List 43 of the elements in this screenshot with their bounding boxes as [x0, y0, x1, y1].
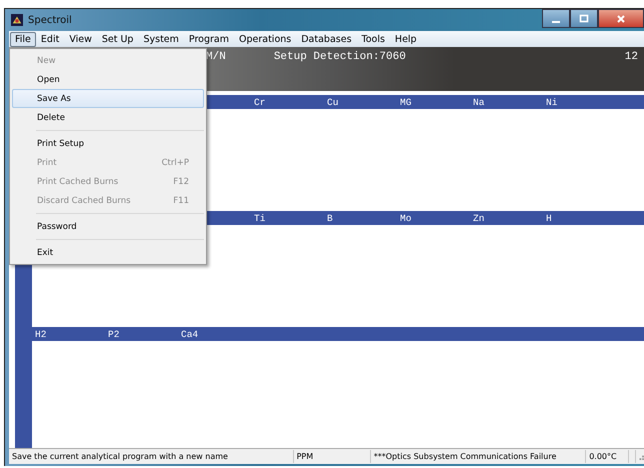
menu-item[interactable]: Delete [12, 108, 204, 127]
element-label: H2 [35, 328, 46, 340]
menu-item[interactable]: Set Up [96, 32, 138, 46]
status-text: PPM [294, 450, 371, 463]
menu-item[interactable]: File [10, 32, 36, 46]
element-label: Cu [327, 96, 338, 108]
app-icon [11, 14, 23, 26]
maximize-icon [579, 14, 589, 24]
menu-item[interactable]: Exit [12, 243, 204, 262]
minimize-icon [552, 20, 560, 22]
menu-item[interactable]: Print Setup [12, 134, 204, 153]
minimize-button[interactable] [542, 9, 570, 28]
detection-label: Setup Detection:7060 [274, 51, 406, 63]
element-label: Ti [254, 212, 266, 224]
status-text: 0.00°C [586, 450, 630, 463]
element-label: Cr [254, 96, 266, 108]
menu-item[interactable]: Password [12, 217, 204, 236]
menu-item[interactable]: Help [390, 32, 422, 46]
status-text: ***Optics Subsystem Communications Failure [370, 450, 586, 463]
menu-item[interactable]: Operations [234, 32, 296, 46]
element-label: MG [400, 96, 412, 108]
element-label: B [327, 212, 333, 224]
menu-item[interactable]: Tools [356, 32, 390, 46]
element-label: Ni [546, 96, 558, 108]
window-title: Spectroil [28, 14, 72, 26]
menu-item[interactable]: Program [184, 32, 234, 46]
menu-item[interactable]: Open [12, 70, 204, 89]
menu-item[interactable]: Save As [12, 89, 204, 108]
maximize-button[interactable] [570, 9, 598, 28]
element-label: Na [473, 96, 484, 108]
menu-item[interactable]: View [64, 32, 97, 46]
element-label: H [546, 212, 552, 224]
status-text: Save the current analytical program with a new name [9, 450, 294, 463]
element-label: P2 [108, 328, 120, 340]
element-label: Ca4 [181, 328, 198, 340]
element-label: Zn [473, 212, 484, 224]
element-label: Mo [400, 212, 412, 224]
count-label: 12 [624, 51, 638, 63]
menu-item[interactable]: Databases [296, 32, 357, 46]
menu-item[interactable]: Edit [36, 32, 64, 46]
close-button[interactable] [598, 9, 644, 28]
menu-item[interactable]: System [138, 32, 184, 46]
close-icon [616, 14, 626, 24]
